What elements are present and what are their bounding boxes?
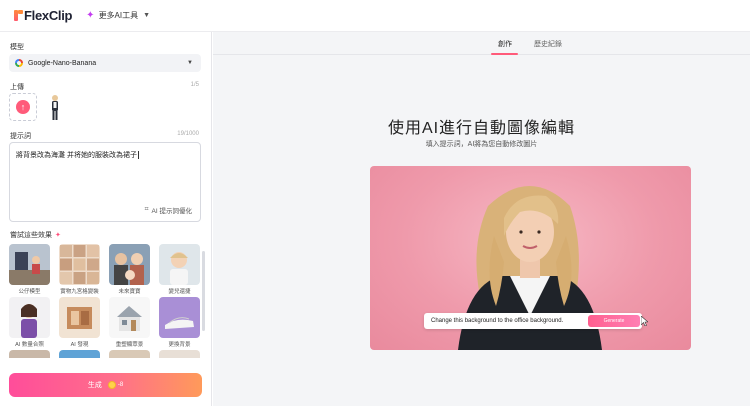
effect-tile-change-background[interactable]: 更換背景 xyxy=(159,297,200,348)
generate-label: 生成 xyxy=(87,382,102,389)
active-tab-indicator xyxy=(491,53,518,55)
effect-thumbnail xyxy=(109,297,150,338)
effect-thumbnail xyxy=(109,244,150,285)
effect-tile-ai-photo[interactable]: AI 數量合照 xyxy=(9,297,50,348)
effect-thumbnail xyxy=(59,297,100,338)
upload-arrow-icon: ↑ xyxy=(16,100,30,114)
model-select[interactable]: Google-Nano-Banana ▼ xyxy=(9,54,201,72)
chevron-down-icon: ▼ xyxy=(187,60,193,66)
google-icon xyxy=(15,59,23,67)
prompt-textarea[interactable]: 將背景改為海灘 并将她的服裝改為裙子 ⌗ AI 提示詞優化 xyxy=(9,142,201,222)
effect-thumbnail xyxy=(59,244,100,285)
page-title: 使用AI進行自動圖像編輯 xyxy=(387,120,576,137)
demo-prompt-text: Change this background to the office bac… xyxy=(431,318,564,324)
effect-tile[interactable] xyxy=(59,350,100,358)
effect-caption: 公仔模型 xyxy=(18,289,41,295)
chevron-down-icon: ▼ xyxy=(143,12,151,19)
effect-thumbnail xyxy=(59,350,100,358)
main-panel: 創作 歷史紀錄 使用AI進行自動圖像編輯 填入提示詞，AI將為您自動修改圖片 C… xyxy=(213,32,750,406)
left-panel: 模型 Google-Nano-Banana ▼ 上傳 1/5 ↑ 提示詞 19/… xyxy=(0,32,212,406)
prompt-count: 19/1000 xyxy=(177,131,199,137)
tab-create[interactable]: 創作 xyxy=(498,39,512,49)
more-ai-tools-label: 更多AI工具 xyxy=(98,11,139,20)
credit-coin-icon xyxy=(107,381,116,389)
logo-text: FlexClip xyxy=(24,8,73,23)
top-bar: FlexClip ✦ 更多AI工具 ▼ xyxy=(0,0,750,32)
model-selected-value: Google-Nano-Banana xyxy=(28,59,97,67)
effect-tile-age-back[interactable]: 變兒還捷 xyxy=(159,244,200,295)
effect-caption: 實物九宮格變裝 xyxy=(60,289,99,295)
effects-scrollbar[interactable] xyxy=(202,251,205,331)
prompt-value: 將背景改為海灘 并将她的服裝改為裙子 xyxy=(16,152,137,159)
sparkle-icon: ✦ xyxy=(55,232,61,239)
text-caret xyxy=(137,151,139,160)
effects-grid: 公仔模型 實物九宮格變裝 未來寶寶 變兒還捷 AI 數量合照 AI 發現 重塑顯… xyxy=(9,244,201,358)
optimize-label: AI 提示詞優化 xyxy=(151,208,192,215)
sparkle-icon: ✦ xyxy=(86,10,95,21)
effect-thumbnail xyxy=(109,350,150,358)
effect-tile-future-baby[interactable]: 未來寶寶 xyxy=(109,244,150,295)
effect-thumbnail xyxy=(159,297,200,338)
effect-caption: AI 發現 xyxy=(70,342,89,348)
tab-bar: 創作 歷史紀錄 xyxy=(213,32,750,55)
effect-tile-ai-discover[interactable]: AI 發現 xyxy=(59,297,100,348)
effect-caption: AI 數量合照 xyxy=(15,342,44,348)
effect-caption: 變兒還捷 xyxy=(168,289,191,295)
effect-thumbnail xyxy=(9,350,50,358)
effect-tile[interactable] xyxy=(159,350,200,358)
flexclip-logo[interactable]: FlexClip xyxy=(14,8,72,23)
logo-icon xyxy=(14,10,23,21)
page-subtitle: 填入提示詞，AI將為您自動修改圖片 xyxy=(425,141,538,148)
woman-figure-image xyxy=(44,93,66,121)
effects-label: 嘗試這些效果 xyxy=(10,232,52,239)
effect-tile[interactable] xyxy=(9,350,50,358)
ai-prompt-optimize-button[interactable]: ⌗ AI 提示詞優化 xyxy=(145,205,192,215)
effect-thumbnail xyxy=(9,244,50,285)
effect-caption: 重塑顯眾景 xyxy=(115,342,144,348)
effect-tile-figurine[interactable]: 公仔模型 xyxy=(9,244,50,295)
model-label: 模型 xyxy=(10,44,24,51)
upload-label: 上傳 xyxy=(10,84,24,91)
tab-history[interactable]: 歷史紀錄 xyxy=(534,39,562,49)
upload-count: 1/5 xyxy=(190,82,199,88)
effect-thumbnail xyxy=(9,297,50,338)
uploaded-image-thumbnail[interactable] xyxy=(44,93,66,121)
mouse-cursor-icon xyxy=(641,316,648,326)
demo-preview-image: Change this background to the office bac… xyxy=(370,166,691,350)
effect-thumbnail xyxy=(159,244,200,285)
effect-caption: 更換背景 xyxy=(168,342,191,348)
effect-thumbnail xyxy=(159,350,200,358)
effect-tile[interactable] xyxy=(109,350,150,358)
effects-heading: 嘗試這些效果 ✦ xyxy=(10,230,61,240)
upload-button[interactable]: ↑ xyxy=(9,93,37,121)
prompt-label: 提示詞 xyxy=(10,133,31,140)
effect-caption: 未來寶寶 xyxy=(118,289,141,295)
effect-tile-reshape-scene[interactable]: 重塑顯眾景 xyxy=(109,297,150,348)
demo-prompt-bar: Change this background to the office bac… xyxy=(424,313,642,329)
generate-cost: -8 xyxy=(117,382,124,388)
more-ai-tools-menu[interactable]: ✦ 更多AI工具 ▼ xyxy=(86,10,150,21)
generate-button[interactable]: 生成 -8 xyxy=(9,373,202,397)
demo-generate-label: Generate xyxy=(603,318,625,324)
effect-tile-nine-grid[interactable]: 實物九宮格變裝 xyxy=(59,244,100,295)
magic-wand-icon: ⌗ xyxy=(144,206,149,213)
demo-generate-button: Generate xyxy=(588,315,640,327)
